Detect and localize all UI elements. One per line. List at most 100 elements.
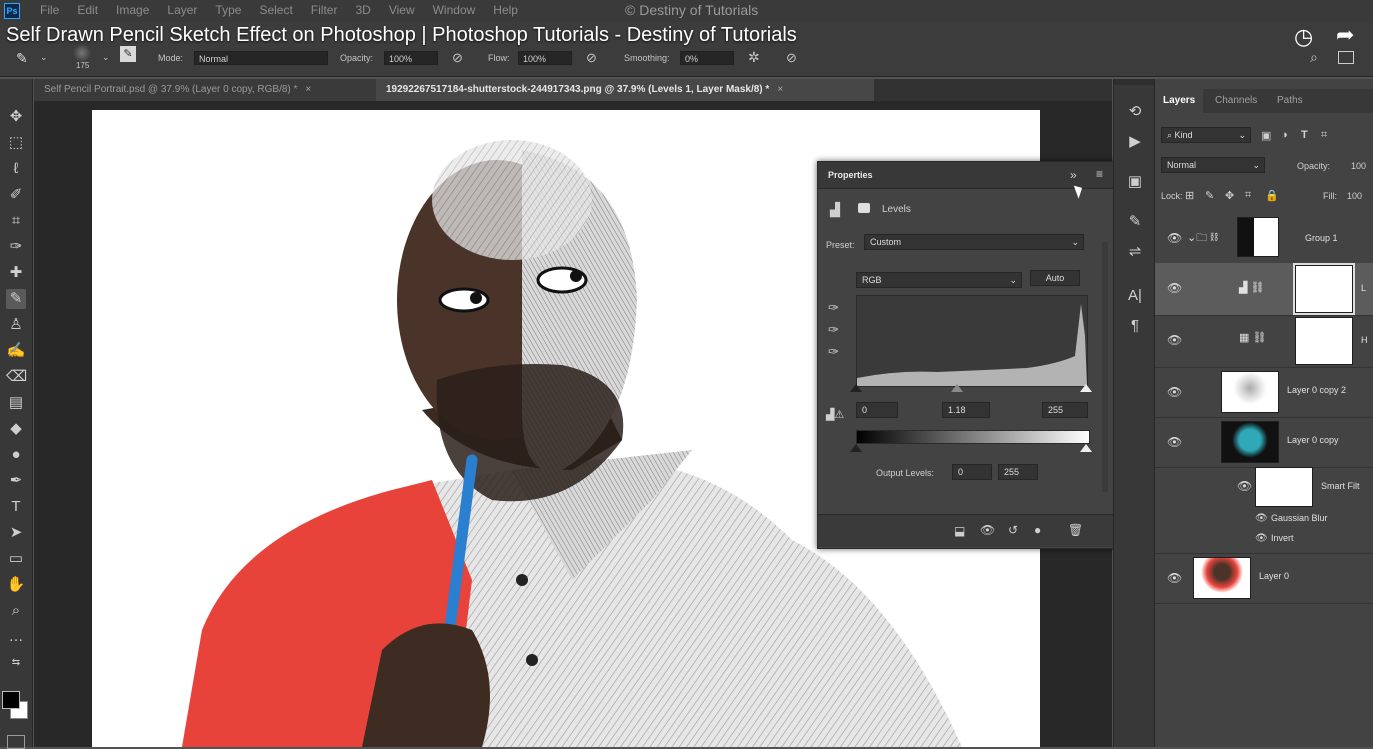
fill-value[interactable]: 100: [1347, 191, 1362, 201]
output-black-slider[interactable]: [850, 444, 862, 452]
move-tool-icon[interactable]: ✥: [6, 107, 26, 127]
actions-play-icon[interactable]: ▶: [1124, 131, 1146, 153]
eye-icon[interactable]: 👁: [1167, 385, 1182, 399]
input-gamma-field[interactable]: 1.18: [942, 402, 990, 418]
marquee-tool-icon[interactable]: ⬚: [6, 133, 26, 153]
clone-stamp-tool-icon[interactable]: ♙: [6, 315, 26, 335]
view-previous-state-icon[interactable]: 👁: [980, 523, 995, 537]
pressure-opacity-icon[interactable]: ⊘: [452, 50, 463, 66]
history-icon[interactable]: ⟲: [1124, 101, 1146, 123]
healing-brush-tool-icon[interactable]: ✚: [6, 263, 26, 283]
input-black-slider[interactable]: [850, 384, 862, 392]
mask-icon[interactable]: [858, 203, 870, 213]
dodge-tool-icon[interactable]: ●: [6, 445, 26, 465]
gradient-tool-icon[interactable]: ▤: [6, 393, 26, 413]
menu-view[interactable]: View: [389, 3, 415, 17]
eyedropper-tool-icon[interactable]: ✑: [6, 237, 26, 257]
eraser-tool-icon[interactable]: ⌫: [6, 367, 27, 387]
blur-tool-icon[interactable]: ◆: [6, 419, 26, 439]
lock-all-icon[interactable]: 🔒: [1265, 189, 1279, 202]
output-white-slider[interactable]: [1080, 444, 1092, 452]
white-point-eyedropper-icon[interactable]: ✑: [828, 344, 839, 360]
rectangle-tool-icon[interactable]: ▭: [6, 549, 26, 569]
share-icon[interactable]: ➦: [1336, 22, 1354, 48]
reset-icon[interactable]: ↺: [1008, 523, 1018, 537]
watch-later-icon[interactable]: ◷: [1294, 24, 1313, 50]
chevron-down-icon[interactable]: ⌄: [102, 52, 110, 63]
layer-row-hue-saturation[interactable]: 👁 ▦ ⛓ H: [1155, 315, 1373, 368]
chevron-down-icon[interactable]: ⌄: [40, 52, 48, 63]
menu-help[interactable]: Help: [493, 3, 518, 17]
folder-icon[interactable]: ⌄🗀 ⛓: [1187, 229, 1218, 248]
tab-channels[interactable]: Channels: [1207, 89, 1265, 113]
layer-row-layer-0-copy[interactable]: 👁 Layer 0 copy: [1155, 417, 1373, 468]
opacity-field[interactable]: 100%: [384, 51, 438, 65]
eye-icon[interactable]: 👁: [1167, 333, 1182, 347]
filter-kind-select[interactable]: ⌕ Kind ⌄: [1161, 127, 1251, 143]
menu-window[interactable]: Window: [433, 3, 476, 17]
filter-pixel-icon[interactable]: ▣: [1261, 129, 1271, 142]
quick-select-tool-icon[interactable]: ✐: [6, 185, 26, 205]
eye-icon[interactable]: 👁: [1167, 435, 1182, 449]
type-tool-icon[interactable]: T: [6, 497, 26, 517]
filter-shape-icon[interactable]: ⌗: [1321, 129, 1327, 142]
tab-self-pencil-portrait[interactable]: Self Pencil Portrait.psd @ 37.9% (Layer …: [34, 79, 384, 101]
layer-row-layer-0[interactable]: 👁 Layer 0: [1155, 553, 1373, 604]
lock-transparent-icon[interactable]: ⊞: [1185, 189, 1194, 202]
input-white-field[interactable]: 255: [1042, 402, 1088, 418]
flow-field[interactable]: 100%: [518, 51, 572, 65]
clipping-warning-icon[interactable]: ▟⚠: [826, 408, 844, 421]
opacity-value[interactable]: 100: [1351, 161, 1366, 171]
black-point-eyedropper-icon[interactable]: ✑: [828, 300, 839, 316]
lock-position-icon[interactable]: ✥: [1225, 189, 1234, 202]
channel-select[interactable]: RGB ⌄: [856, 272, 1022, 288]
eye-icon[interactable]: 👁: [1167, 571, 1182, 585]
output-white-field[interactable]: 255: [998, 464, 1038, 480]
layer-row-layer-0-copy-2[interactable]: 👁 Layer 0 copy 2: [1155, 367, 1373, 418]
brush-panel-icon[interactable]: ✎: [120, 46, 136, 62]
panel-menu-icon[interactable]: ≡: [1096, 167, 1103, 181]
tab-paths[interactable]: Paths: [1269, 89, 1311, 113]
menu-image[interactable]: Image: [116, 3, 149, 17]
menu-edit[interactable]: Edit: [77, 3, 98, 17]
properties-scrollbar[interactable]: [1102, 242, 1108, 492]
menu-type[interactable]: Type: [215, 3, 241, 17]
smoothing-field[interactable]: 0%: [680, 51, 734, 65]
layer-row-smart-filters[interactable]: 👁 Smart Filt 👁 Gaussian Blur 👁 Invert: [1155, 467, 1373, 554]
lasso-tool-icon[interactable]: ℓ: [6, 159, 26, 179]
menu-filter[interactable]: Filter: [311, 3, 338, 17]
brush-preview-icon[interactable]: [72, 45, 92, 61]
airbrush-icon[interactable]: ⊘: [586, 50, 597, 66]
swap-colors-icon[interactable]: ⇆: [6, 653, 26, 673]
filter-type-icon[interactable]: T: [1301, 129, 1308, 141]
auto-button[interactable]: Auto: [1030, 270, 1080, 286]
foreground-color-swatch[interactable]: [2, 691, 20, 709]
filter-adjustment-icon[interactable]: ◑: [1281, 129, 1288, 141]
hand-tool-icon[interactable]: ✋: [6, 575, 26, 595]
mode-select[interactable]: Normal: [194, 51, 328, 65]
layer-row-levels[interactable]: 👁 ▟ ⛓ L: [1155, 263, 1373, 316]
brush-tool-icon[interactable]: ✎: [6, 289, 26, 309]
menu-layer[interactable]: Layer: [167, 3, 197, 17]
close-icon[interactable]: ×: [777, 84, 783, 95]
preset-select[interactable]: Custom ⌄: [864, 234, 1084, 250]
adjustments-icon[interactable]: ⇌: [1124, 241, 1146, 263]
more-tools-icon[interactable]: …: [6, 627, 26, 647]
search-icon[interactable]: ⌕: [1310, 49, 1318, 66]
input-white-slider[interactable]: [1080, 384, 1092, 392]
visibility-icon[interactable]: ●: [1034, 523, 1041, 537]
eye-icon[interactable]: 👁: [1167, 231, 1182, 245]
pressure-size-icon[interactable]: ⊘: [786, 50, 797, 66]
eye-icon[interactable]: 👁: [1237, 479, 1252, 493]
input-gamma-slider[interactable]: [951, 384, 963, 392]
eye-icon[interactable]: 👁: [1167, 281, 1182, 295]
eye-icon[interactable]: 👁: [1255, 513, 1268, 524]
menu-file[interactable]: File: [40, 3, 59, 17]
blend-mode-select[interactable]: Normal ⌄: [1161, 157, 1265, 173]
tab-shutterstock-png[interactable]: 19292267517184-shutterstock-244917343.pn…: [376, 79, 874, 101]
lock-artboard-icon[interactable]: ⌗: [1245, 189, 1251, 202]
brush-settings-icon[interactable]: ✎: [1124, 211, 1146, 233]
layer-row-group-1[interactable]: 👁 ⌄🗀 ⛓ Group 1: [1155, 211, 1373, 264]
pen-tool-icon[interactable]: ✒: [6, 471, 26, 491]
history-brush-tool-icon[interactable]: ✍: [6, 341, 26, 361]
